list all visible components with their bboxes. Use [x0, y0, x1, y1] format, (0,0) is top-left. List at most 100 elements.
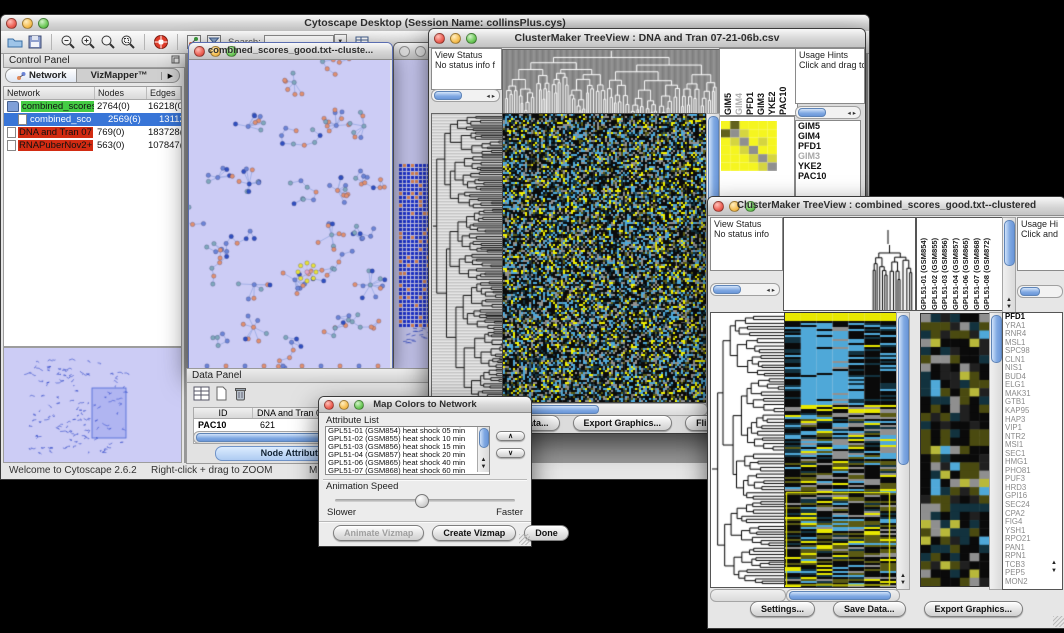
network-table-row[interactable]: combined_scores2764(0)16218(0): [4, 100, 181, 113]
network-edges: 13112(15): [156, 114, 181, 125]
zoom-fit-icon[interactable]: [98, 33, 118, 51]
resize-grip[interactable]: [519, 534, 530, 545]
minimize-button[interactable]: [415, 46, 426, 57]
delete-attribute-icon[interactable]: [233, 386, 248, 406]
birdseye-overview-canvas[interactable]: [3, 347, 182, 463]
tv2-column-label[interactable]: GPL51-01 (GSM854): [919, 218, 930, 310]
tv2-column-label[interactable]: GPL51-07 (GSM868): [972, 218, 983, 310]
tv1-row-label[interactable]: GIM4: [796, 131, 860, 141]
tv1-row-label[interactable]: YKE2: [796, 161, 860, 171]
move-down-button[interactable]: ∨: [496, 448, 525, 458]
tab-network[interactable]: Network: [6, 69, 77, 82]
tv1-column-label[interactable]: GIM4: [734, 49, 745, 115]
dialog-title-bar[interactable]: Map Colors to Network: [319, 397, 531, 413]
tv2-column-label[interactable]: GPL51-08 (GSM872): [982, 218, 993, 310]
tv2-column-dendrogram[interactable]: [783, 217, 916, 311]
attribute-list-label: Attribute List: [319, 413, 531, 426]
tv1-hints-scrollbar[interactable]: ◂▸: [795, 106, 861, 119]
data-panel-title: Data Panel: [192, 370, 241, 381]
network-rows: combined_scores2764(0)16218(0)combined_s…: [4, 100, 181, 152]
tv1-matrix-panel: [719, 116, 795, 198]
col-network[interactable]: Network: [4, 87, 95, 99]
resize-grip[interactable]: [1053, 616, 1064, 627]
tv2-row-dendrogram[interactable]: [710, 312, 785, 588]
dialog-button-done[interactable]: Done: [524, 525, 569, 541]
tv2-zoom-heatmap-canvas[interactable]: [920, 313, 990, 587]
tv1-row-labels: GIM5GIM4PFD1GIM3YKE2PAC10: [795, 120, 861, 198]
tv1-heatmap-canvas[interactable]: [502, 113, 707, 403]
tv2-status-scrollbar[interactable]: ◂▸: [710, 283, 780, 296]
treeview2-title-bar[interactable]: ClusterMaker TreeView : combined_scores_…: [708, 197, 1064, 216]
tv2-button-settings-[interactable]: Settings...: [750, 601, 815, 617]
tv1-row-label[interactable]: GIM5: [796, 121, 860, 131]
dialog-button-create-vizmap[interactable]: Create Vizmap: [432, 525, 516, 541]
col-edges[interactable]: Edges: [147, 87, 181, 99]
network1-title-bar[interactable]: combined_scores_good.txt--cluste...: [189, 43, 392, 60]
network-name-cell: combined_sco: [4, 114, 105, 125]
tv2-zoom-vscrollbar[interactable]: [989, 312, 1003, 590]
tab-more-arrow[interactable]: ▶: [161, 72, 179, 80]
tv1-column-label[interactable]: GIM5: [723, 49, 734, 115]
tv2-collabel-scrollbar[interactable]: ▲ ▼: [1002, 217, 1016, 313]
zoom-in-icon[interactable]: [78, 33, 98, 51]
network-table-row[interactable]: DNA and Tran 07769(0)183728(0): [4, 126, 181, 139]
network-table-row[interactable]: combined_sco2569(6)13112(15): [4, 113, 181, 126]
tv2-genelist-arrows[interactable]: ▲▼: [1048, 559, 1060, 575]
row-id: PAC10: [194, 420, 256, 430]
attribute-list-item[interactable]: GPL51-07 (GSM868) heat shock 60 min: [326, 467, 489, 475]
tv1-column-label[interactable]: GIM3: [756, 49, 767, 115]
tv1-row-dendrogram[interactable]: [431, 113, 503, 403]
attribute-list: GPL51-01 (GSM854) heat shock 05 minGPL51…: [325, 426, 490, 475]
tv2-column-label[interactable]: GPL51-06 (GSM865): [961, 218, 972, 310]
map-colors-dialog: Map Colors to Network Attribute List GPL…: [318, 396, 532, 547]
tv2-column-label[interactable]: GPL51-04 (GSM857): [951, 218, 962, 310]
tab-vizmapper[interactable]: VizMapper™: [77, 69, 160, 82]
tv1-column-label[interactable]: YKE2: [767, 49, 778, 115]
tv2-heatmap-vscrollbar[interactable]: ▲ ▼: [896, 312, 910, 590]
tv1-row-label[interactable]: PAC10: [796, 171, 860, 181]
tv2-heatmap-canvas[interactable]: [784, 312, 897, 588]
tv1-status-scrollbar[interactable]: ◂▸: [431, 89, 500, 102]
tv1-correlation-matrix[interactable]: [721, 121, 777, 171]
help-lifering-icon[interactable]: [151, 33, 171, 51]
network-table-header: Network Nodes Edges: [4, 87, 181, 100]
treeview1-title-bar[interactable]: ClusterMaker TreeView : DNA and Tran 07-…: [429, 29, 865, 48]
network-nodes: 769(0): [94, 127, 145, 138]
network-edges: 183728(0): [145, 127, 181, 138]
close-button[interactable]: [399, 46, 410, 57]
move-up-button[interactable]: ∧: [496, 431, 525, 441]
network-view-canvas[interactable]: [189, 60, 390, 369]
speed-slider-thumb[interactable]: [415, 494, 429, 508]
col-nodes[interactable]: Nodes: [95, 87, 147, 99]
dialog-button-animate-vizmap[interactable]: Animate Vizmap: [333, 525, 424, 541]
tv1-column-label[interactable]: PAC10: [778, 49, 789, 115]
tv1-button-export-graphics-[interactable]: Export Graphics...: [573, 415, 673, 431]
open-file-icon[interactable]: [5, 33, 25, 51]
new-attribute-icon[interactable]: [214, 386, 229, 406]
tv2-hints-scrollbar[interactable]: [1017, 285, 1063, 298]
float-panel-icon[interactable]: [171, 55, 180, 67]
tv2-button-save-data-[interactable]: Save Data...: [833, 601, 906, 617]
tv1-column-label[interactable]: PFD1: [745, 49, 756, 115]
zoom-out-icon[interactable]: [58, 33, 78, 51]
network-nodes: 2569(6): [105, 114, 156, 125]
tv1-row-label[interactable]: PFD1: [796, 141, 860, 151]
tv2-column-label[interactable]: GPL51-02 (GSM855): [930, 218, 941, 310]
tv1-view-status: View StatusNo status info f: [431, 48, 502, 90]
col-id[interactable]: ID: [194, 408, 253, 418]
file-icon: [7, 140, 16, 151]
status-welcome: Welcome to Cytoscape 2.6.2: [9, 465, 151, 476]
zoom-selected-icon[interactable]: [118, 33, 138, 51]
attribute-list-scrollbar[interactable]: ▲ ▼: [477, 427, 489, 472]
save-icon[interactable]: [25, 33, 45, 51]
tv2-column-label[interactable]: GPL51-03 (GSM856): [940, 218, 951, 310]
table-grid-icon[interactable]: [193, 386, 210, 406]
tv1-column-dendrogram[interactable]: [502, 49, 720, 114]
folder-icon: [7, 101, 19, 112]
dialog-title: Map Colors to Network: [319, 397, 531, 412]
tv2-usage-hints: Usage HiClick and: [1017, 217, 1064, 271]
network-table-row[interactable]: RNAPuberNov2+563(0)107847(0): [4, 139, 181, 152]
gene-label[interactable]: MON2: [1003, 578, 1062, 587]
tv1-row-label[interactable]: GIM3: [796, 151, 860, 161]
tv2-button-export-graphics-[interactable]: Export Graphics...: [924, 601, 1024, 617]
